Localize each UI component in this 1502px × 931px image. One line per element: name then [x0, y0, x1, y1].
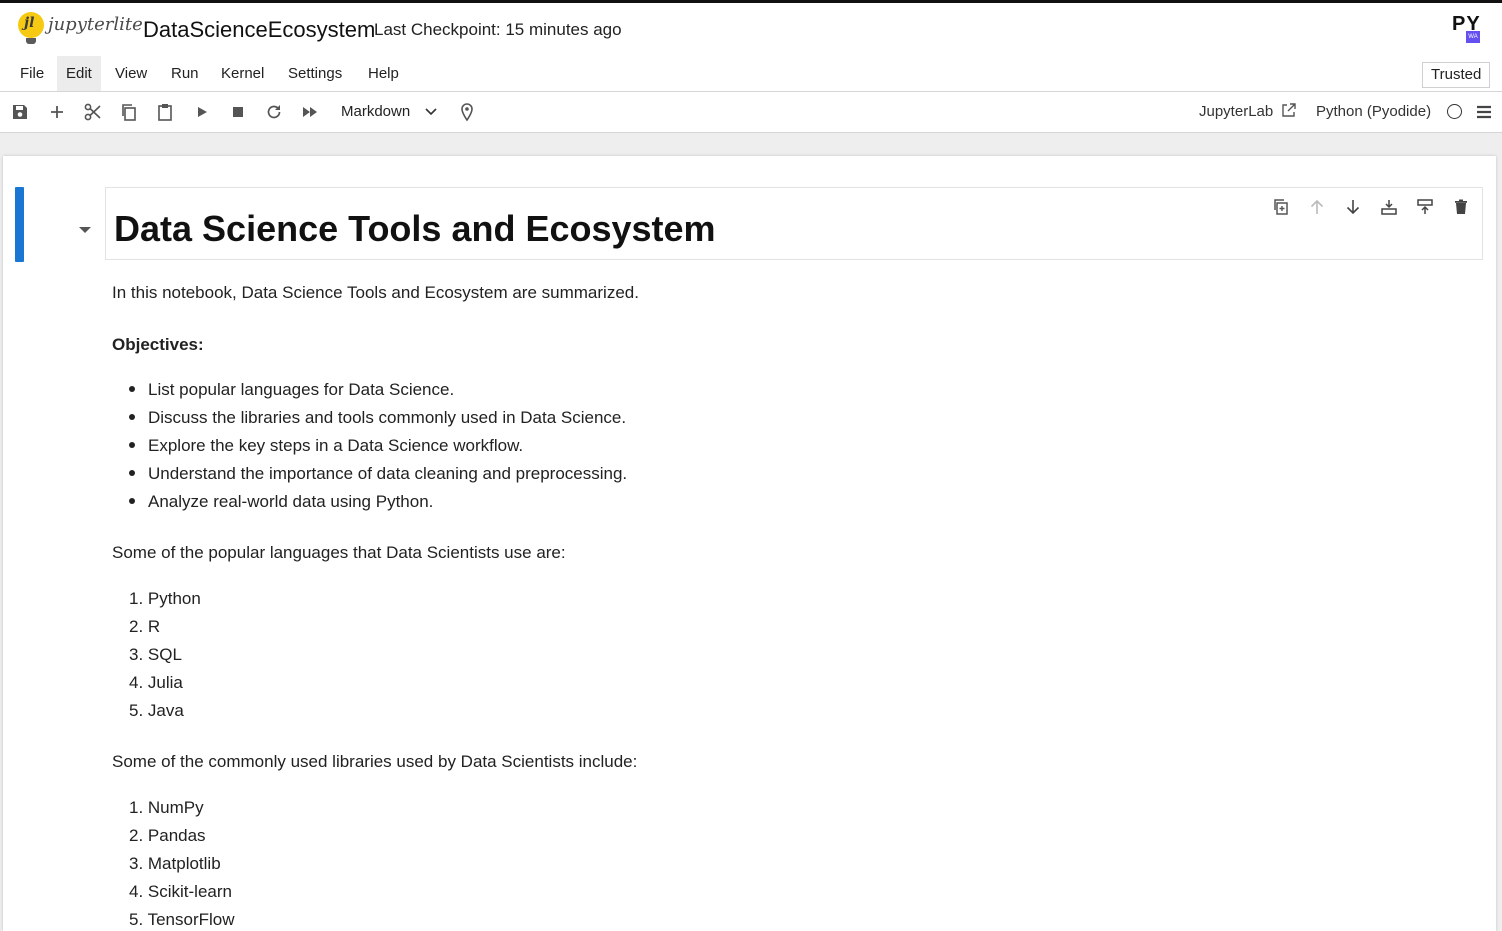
run-icon[interactable]: [192, 102, 212, 122]
languages-intro: Some of the popular languages that Data …: [112, 543, 566, 562]
bullet: [129, 469, 135, 476]
library-item: 1. NumPy: [129, 798, 204, 817]
fast-forward-icon[interactable]: [300, 102, 320, 122]
external-link-icon: [1282, 103, 1297, 117]
delete-cell-icon[interactable]: [1452, 198, 1470, 216]
jupyterlite-logo[interactable]: jl jupyterlite: [18, 12, 143, 48]
active-cell-indicator[interactable]: [15, 187, 24, 262]
copy-icon[interactable]: [119, 102, 139, 122]
logo-text: jupyterlite: [48, 14, 143, 35]
last-checkpoint: Last Checkpoint: 15 minutes ago: [374, 20, 622, 39]
duplicate-cell-icon[interactable]: [1272, 198, 1290, 216]
top-bar: jl jupyterlite DataScienceEcosystem Last…: [0, 3, 1502, 57]
menu-icon[interactable]: [1476, 104, 1492, 120]
library-item: 4. Scikit-learn: [129, 882, 232, 901]
insert-above-icon[interactable]: [1416, 198, 1434, 216]
menu-help[interactable]: Help: [359, 56, 408, 91]
cell-type-label: Markdown: [341, 103, 411, 120]
insert-below-icon[interactable]: [1380, 198, 1398, 216]
menu-bar: File Edit View Run Kernel Settings Help …: [0, 56, 1502, 92]
objective-item: List popular languages for Data Science.: [129, 379, 454, 401]
objectives-label: Objectives:: [112, 335, 204, 354]
bullet: [129, 413, 135, 420]
notebook-toolbar: Markdown JupyterLab Python (Pyodide): [0, 92, 1502, 133]
notebook-heading: Data Science Tools and Ecosystem: [114, 208, 716, 249]
language-item: 4. Julia: [129, 673, 183, 692]
objective-item: Discuss the libraries and tools commonly…: [129, 407, 626, 429]
add-cell-icon[interactable]: [47, 102, 67, 122]
menu-settings[interactable]: Settings: [279, 56, 351, 91]
language-item: 2. R: [129, 617, 161, 636]
trusted-indicator[interactable]: Trusted: [1422, 62, 1491, 88]
bullet: [129, 441, 135, 448]
library-item: 3. Matplotlib: [129, 854, 221, 873]
chevron-down-icon: [425, 108, 437, 116]
menu-view[interactable]: View: [106, 56, 156, 91]
cut-icon[interactable]: [83, 102, 103, 122]
objective-item: Explore the key steps in a Data Science …: [129, 435, 523, 457]
notebook-title[interactable]: DataScienceEcosystem: [143, 17, 375, 43]
pyodide-badge: WA: [1466, 31, 1480, 43]
kernel-status-icon: [1447, 104, 1462, 119]
jupyterlab-link-label: JupyterLab: [1199, 103, 1274, 120]
kernel-name[interactable]: Python (Pyodide): [1316, 102, 1431, 122]
paste-icon[interactable]: [155, 102, 175, 122]
objective-item: Understand the importance of data cleani…: [129, 463, 627, 485]
objective-item: Analyze real-world data using Python.: [129, 491, 433, 513]
language-item: 5. Java: [129, 701, 184, 720]
menu-edit[interactable]: Edit: [57, 56, 101, 91]
collapse-caret-icon[interactable]: [78, 222, 92, 233]
bullet: [129, 385, 135, 392]
menu-kernel[interactable]: Kernel: [212, 56, 273, 91]
bullet: [129, 497, 135, 504]
cell-type-select[interactable]: Markdown: [341, 102, 437, 122]
menu-run[interactable]: Run: [162, 56, 208, 91]
library-item: 2. Pandas: [129, 826, 206, 845]
debug-pin-icon[interactable]: [457, 102, 477, 122]
move-down-icon[interactable]: [1344, 198, 1362, 216]
open-jupyterlab-link[interactable]: JupyterLab: [1199, 102, 1297, 122]
pyodide-logo: PY WA: [1452, 13, 1484, 45]
language-item: 3. SQL: [129, 645, 182, 664]
libraries-intro: Some of the commonly used libraries used…: [112, 752, 638, 771]
restart-icon[interactable]: [264, 102, 284, 122]
notebook-panel: Data Science Tools and Ecosystem In this…: [3, 156, 1496, 931]
stop-icon[interactable]: [228, 102, 248, 122]
language-item: 1. Python: [129, 589, 201, 608]
save-icon[interactable]: [10, 102, 30, 122]
intro-paragraph: In this notebook, Data Science Tools and…: [112, 283, 639, 302]
menu-file[interactable]: File: [11, 56, 53, 91]
markdown-cell-heading[interactable]: Data Science Tools and Ecosystem: [105, 187, 1483, 260]
move-up-icon[interactable]: [1308, 198, 1326, 216]
logo-badge: jl: [24, 15, 35, 31]
